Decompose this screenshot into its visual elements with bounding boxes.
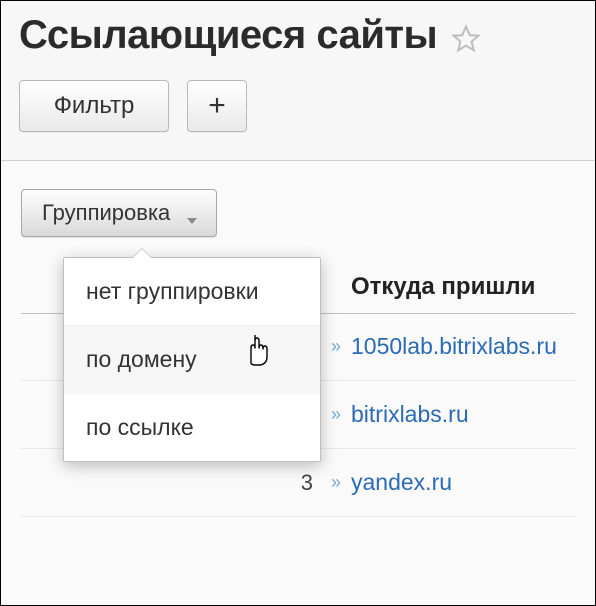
row-link[interactable]: bitrixlabs.ru bbox=[351, 401, 469, 428]
chevron-down-icon bbox=[186, 207, 198, 219]
toolbar: Фильтр + bbox=[19, 80, 577, 132]
grouping-option-by-domain[interactable]: по домену bbox=[64, 325, 320, 393]
link-arrow-icon: » bbox=[331, 404, 341, 425]
title-row: Ссылающиеся сайты bbox=[19, 13, 577, 58]
page-title: Ссылающиеся сайты bbox=[19, 13, 437, 58]
row-link[interactable]: 1050lab.bitrixlabs.ru bbox=[351, 333, 557, 360]
row-number: 3 bbox=[21, 470, 331, 496]
grouping-option-by-link[interactable]: по ссылке bbox=[64, 393, 320, 461]
grouping-dropdown-button[interactable]: Группировка bbox=[21, 189, 217, 237]
favorite-star-icon[interactable] bbox=[451, 24, 481, 54]
column-header-source[interactable]: Откуда пришли bbox=[351, 273, 535, 301]
filter-button[interactable]: Фильтр bbox=[19, 80, 169, 132]
add-button[interactable]: + bbox=[187, 80, 247, 132]
grouping-dropdown-menu: нет группировки по домену по ссылке bbox=[63, 257, 321, 462]
grouping-button-label: Группировка bbox=[42, 200, 170, 226]
header: Ссылающиеся сайты Фильтр + bbox=[1, 1, 595, 161]
grouping-option-none[interactable]: нет группировки bbox=[64, 258, 320, 325]
link-arrow-icon: » bbox=[331, 336, 341, 357]
link-arrow-icon: » bbox=[331, 472, 341, 493]
row-link[interactable]: yandex.ru bbox=[351, 469, 452, 496]
